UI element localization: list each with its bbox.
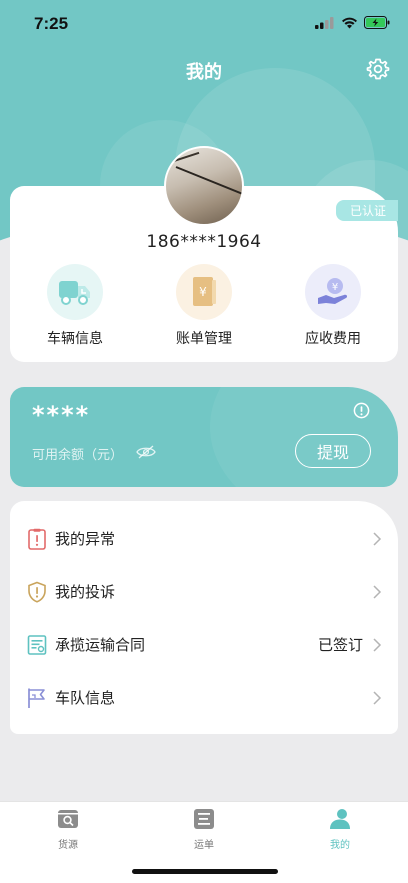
home-indicator [132,869,278,874]
status-time: 7:25 [34,14,69,33]
tab-label: 我的 [330,840,350,851]
signal-icon [315,16,334,29]
battery-charging-icon [364,16,390,29]
shield-warning-icon [28,581,46,603]
tab-waybill[interactable]: 运单 [164,808,244,851]
tab-label: 运单 [194,840,214,851]
svg-text:¥: ¥ [199,285,207,299]
tab-mine[interactable]: 我的 [300,808,380,851]
hand-money-icon: ¥ [305,264,361,320]
info-icon[interactable] [353,402,370,419]
menu-item-my-complaints[interactable]: 我的投诉 [10,565,398,618]
chevron-right-icon [373,690,382,705]
tab-cargo-source[interactable]: 货源 [28,808,108,851]
page-title: 我的 [186,62,222,83]
chevron-right-icon [373,531,382,546]
settings-gear-icon[interactable] [366,57,390,81]
quick-action-label: 应收费用 [305,331,361,347]
exception-clipboard-icon [28,528,46,550]
chevron-right-icon [373,584,382,599]
menu-item-transport-contract[interactable]: 承揽运输合同 已签订 [10,618,398,671]
flag-icon [28,688,45,708]
menu-item-label: 我的投诉 [55,583,116,601]
contract-status: 已签订 [317,636,363,654]
menu-item-label: 承揽运输合同 [55,636,146,654]
avatar[interactable] [164,146,244,226]
quick-action-bill-management[interactable]: ¥ 账单管理 [149,264,259,348]
withdraw-button[interactable]: 提现 [295,434,371,468]
balance-amount: **** [32,401,91,429]
truck-icon [47,264,103,320]
quick-action-receivable-fees[interactable]: ¥ 应收费用 [278,264,388,348]
quick-action-label: 账单管理 [176,331,232,347]
wallet-card: **** 可用余额（元） 提现 [10,387,398,487]
balance-label: 可用余额（元） [32,448,124,463]
menu-item-my-exceptions[interactable]: 我的异常 [10,512,398,565]
bill-book-icon: ¥ [176,264,232,320]
menu-list: 我的异常 我的投诉 承揽运输合同 已签订 车队信息 [10,501,398,734]
wifi-icon [342,17,357,28]
status-bar: 7:25 [0,0,408,48]
cargo-search-icon [58,810,78,828]
chevron-right-icon [373,637,382,652]
waybill-icon [194,809,214,829]
eye-hidden-icon[interactable] [136,445,156,459]
phone-number: 186****1964 [146,232,262,252]
svg-text:¥: ¥ [332,282,338,293]
quick-action-label: 车辆信息 [47,331,103,347]
verified-badge: 已认证 [335,200,398,221]
menu-item-label: 车队信息 [55,689,116,707]
menu-item-label: 我的异常 [55,530,116,548]
quick-action-vehicle-info[interactable]: 车辆信息 [20,264,130,348]
profile-icon [330,809,350,829]
tab-label: 货源 [58,840,78,851]
menu-item-fleet-info[interactable]: 车队信息 [10,671,398,724]
contract-icon [27,634,47,655]
